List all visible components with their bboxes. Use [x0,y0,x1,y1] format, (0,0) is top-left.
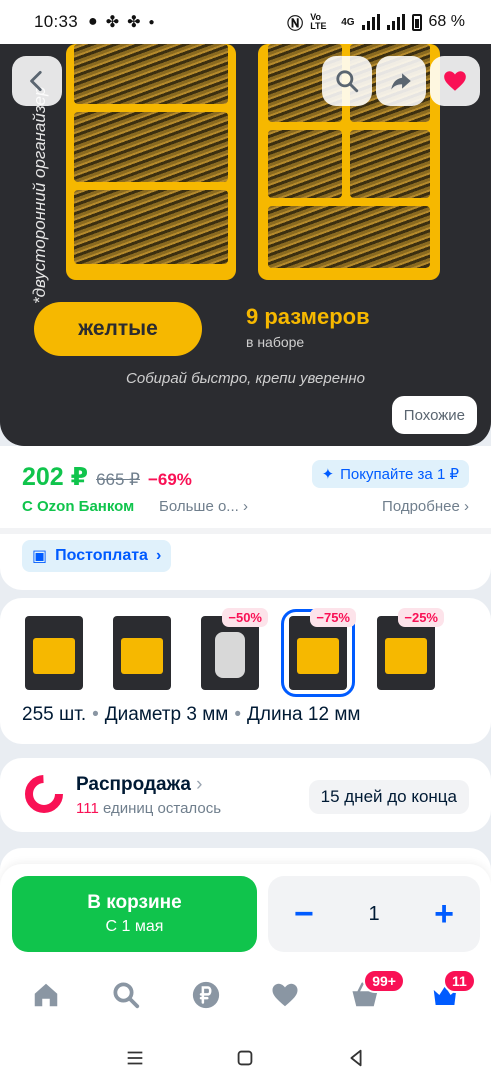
in-cart-button[interactable]: В корзине С 1 мая [12,876,257,952]
days-left-badge: 15 дней до конца [308,780,469,814]
nav-finance[interactable] [184,973,228,1017]
hero-side-text: *двусторонний органайзер [30,86,49,304]
system-nav-bar [0,1026,491,1090]
flame-icon: ● [88,13,98,30]
bottom-nav: 99+ 11 [0,964,491,1026]
ozon-bank-label: С Ozon Банком [22,498,135,515]
discount-percent: −69% [147,470,192,489]
cart-count-badge: 99+ [363,969,405,993]
favorite-button[interactable] [430,56,480,106]
delivery-date: С 1 мая [105,918,164,935]
recent-apps-icon[interactable] [124,1047,146,1069]
hero-tagline: Собирай быстро, крепи уверенно [126,370,365,387]
nav-profile[interactable]: 11 [423,969,476,1017]
chevron-right-icon: › [242,498,248,515]
wallet-icon: ▣ [32,548,48,565]
postpay-button[interactable]: ▣ Постоплата › [22,540,172,572]
battery-icon [411,13,422,31]
clover-icon: ✤ [105,14,120,31]
variant-thumb-2[interactable] [110,614,174,692]
favorite-heart-icon [444,71,466,91]
home-button-icon[interactable] [234,1047,256,1069]
organizer-left-compartments [66,44,236,280]
chevron-right-icon: › [464,498,469,515]
signal-icon-2 [386,14,405,30]
discount-badge: −25% [398,608,444,627]
discount-badge: −50% [222,608,268,627]
quantity-stepper: − 1 + [268,876,480,952]
nav-favorites[interactable] [263,973,307,1017]
old-price: 665 ₽ [96,470,140,489]
buy-for-1-ruble-button[interactable]: ✦ Покупайте за 1 ₽ [311,460,469,488]
sale-card[interactable]: Распродажа › 111 единиц осталось 15 дней… [0,758,491,832]
nfc-icon: Ⓝ [287,16,304,33]
battery-percent: 68 % [428,13,465,30]
spec-length: Длина 12 мм [247,704,361,725]
hero-color-label: желтые [34,302,202,356]
dot-icon: ● [148,16,155,28]
home-icon [34,983,58,1007]
hero-sizes-sub: в наборе [246,334,305,350]
network-label: 4G [341,16,355,28]
decrease-button[interactable]: − [294,897,314,931]
discount-badge: −75% [310,608,356,627]
divider [0,528,491,534]
status-bar: 10:33 ● ✤ ✤ ● Ⓝ Vo LTE 4G 68 % [0,0,491,44]
variants-card: −50% −75% −25% 255 шт. • Диаметр 3 мм • Длин… [0,598,491,744]
bank-more-link[interactable]: Больше о... › [159,498,248,515]
sale-remaining: 111 единиц осталось [76,800,222,817]
variant-thumb-1[interactable] [22,614,86,692]
product-hero-image[interactable]: *двусторонний органайзер желтые 9 размер… [0,44,491,446]
price-card: 202 ₽ 665 ₽ −69% ✦ Покупайте за 1 ₽ С Oz… [0,446,491,590]
search-icon [113,982,139,1009]
current-price: 202 ₽ [22,463,89,491]
profile-badge: 11 [443,969,476,993]
chevron-right-icon: › [155,547,162,564]
volte-label: Vo LTE [310,12,327,31]
quantity-value: 1 [368,902,380,925]
clover-icon-2: ✤ [127,14,141,31]
similar-button[interactable]: Похожие [391,396,477,434]
nav-home[interactable] [24,973,68,1017]
favorites-icon [272,983,298,1007]
spec-count: 255 шт. [22,704,87,725]
variant-thumb-3[interactable]: −50% [198,608,268,692]
hero-sizes-title: 9 размеров [246,304,370,329]
details-link[interactable]: Подробнее › [382,498,469,515]
variant-specs: 255 шт. • Диаметр 3 мм • Длина 12 мм [22,704,361,725]
back-icon [30,70,42,92]
signal-icon [361,14,380,30]
spec-diameter: Диаметр 3 мм [104,704,229,725]
search-icon [336,70,359,93]
chevron-right-icon: › [196,774,203,795]
back-nav-icon[interactable] [345,1047,367,1069]
variant-thumb-5[interactable]: −25% [374,608,444,692]
search-button[interactable] [322,56,372,106]
sparkle-icon: ✦ [321,466,335,483]
share-icon [391,73,411,90]
ruble-icon [192,981,219,1009]
purchase-action-bar: В корзине С 1 мая − 1 + [0,864,491,964]
increase-button[interactable]: + [434,897,454,931]
sale-logo-icon [25,775,63,813]
nav-search[interactable] [104,973,148,1017]
variant-thumb-4-selected[interactable]: −75% [281,608,356,697]
notification-icons: ● ✤ ✤ ● [88,12,155,32]
nav-cart[interactable]: 99+ [343,969,405,1017]
postpay-label: Постоплата [55,547,148,564]
back-button[interactable] [12,56,62,106]
variant-thumbnails: −50% −75% −25% [22,608,444,697]
sale-title: Распродажа › [76,774,203,795]
share-button[interactable] [376,56,426,106]
price-row: 202 ₽ 665 ₽ −69% [22,462,192,492]
buy-for-label: Покупайте за 1 ₽ [340,466,459,483]
status-time: 10:33 [34,12,79,31]
in-cart-label: В корзине [87,892,182,913]
